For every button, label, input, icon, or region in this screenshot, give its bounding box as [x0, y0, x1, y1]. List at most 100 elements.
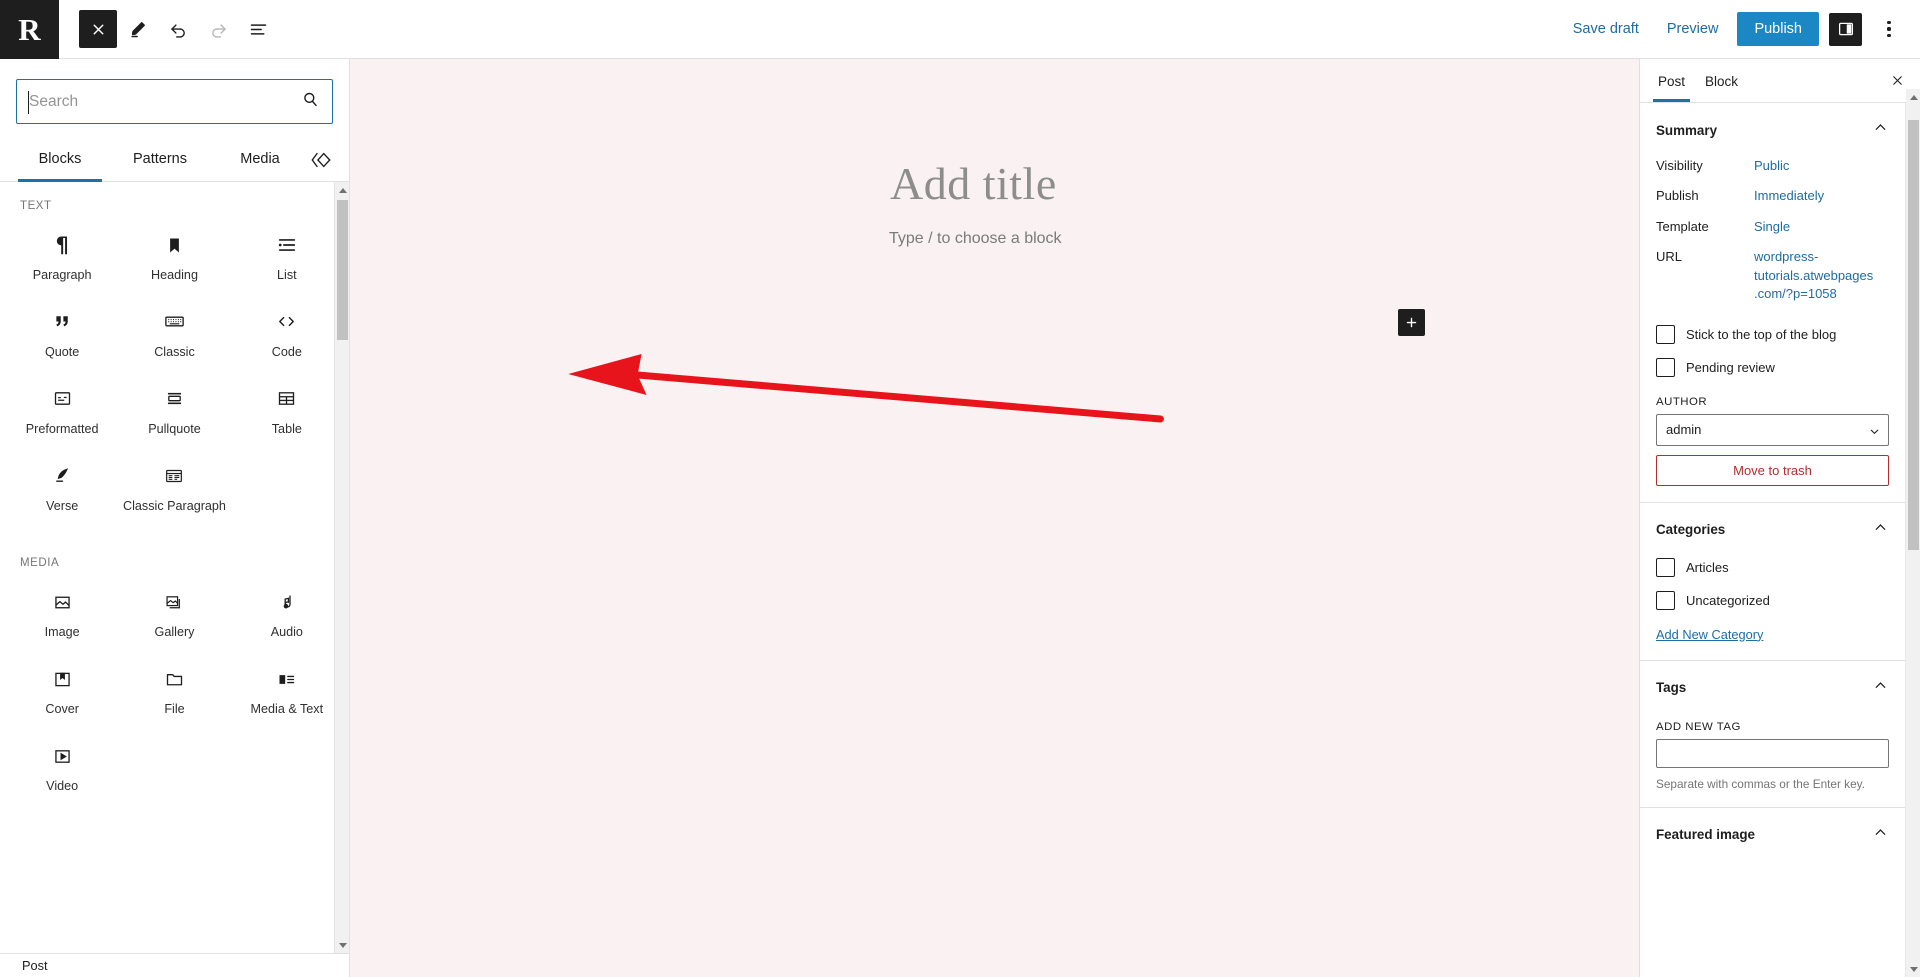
chevron-up-icon[interactable] — [1872, 824, 1889, 846]
block-preformatted[interactable]: Preformatted — [6, 370, 118, 447]
block-cover[interactable]: Cover — [6, 650, 118, 727]
block-file[interactable]: File — [118, 650, 230, 727]
panel-tags-header[interactable]: Tags — [1656, 673, 1889, 709]
block-classic[interactable]: Classic — [118, 293, 230, 370]
block-video[interactable]: Video — [6, 727, 118, 804]
panel-categories-header[interactable]: Categories — [1656, 515, 1889, 551]
checkbox-box[interactable] — [1656, 557, 1675, 577]
block-label: Media & Text — [250, 702, 324, 717]
block-audio[interactable]: Audio — [231, 573, 343, 650]
publish-value[interactable]: Immediately — [1754, 187, 1824, 205]
row-template: Template Single — [1656, 212, 1889, 242]
block-inserter-panel: Blocks Patterns Media TEXT ¶ Paragraph — [0, 59, 350, 977]
image-icon — [52, 587, 73, 617]
panel-summary-header[interactable]: Summary — [1656, 115, 1889, 151]
tab-block[interactable]: Block — [1695, 61, 1748, 101]
site-logo[interactable]: R — [0, 0, 59, 59]
checkbox-box[interactable] — [1656, 324, 1675, 344]
block-paragraph[interactable]: ¶ Paragraph — [6, 216, 118, 293]
block-code[interactable]: Code — [231, 293, 343, 370]
block-media-and-text[interactable]: Media & Text — [231, 650, 343, 727]
block-gallery[interactable]: Gallery — [118, 573, 230, 650]
checkbox-box[interactable] — [1656, 357, 1675, 377]
tab-post[interactable]: Post — [1648, 61, 1695, 102]
block-table[interactable]: Table — [231, 370, 343, 447]
add-new-tag-input[interactable] — [1656, 738, 1889, 768]
checkbox-pending-review[interactable]: Pending review — [1656, 351, 1889, 384]
visibility-value[interactable]: Public — [1754, 157, 1789, 175]
checkbox-sticky[interactable]: Stick to the top of the blog — [1656, 318, 1889, 351]
search-input[interactable] — [29, 92, 301, 111]
block-classic-paragraph[interactable]: Classic Paragraph — [118, 447, 230, 524]
cover-icon — [52, 664, 73, 694]
author-select-wrap: admin — [1656, 413, 1889, 446]
inserter-scrollbar[interactable] — [334, 182, 349, 953]
chevron-up-icon[interactable] — [1872, 677, 1889, 699]
search-area — [0, 59, 349, 138]
chevron-up-icon[interactable] — [1872, 519, 1889, 541]
panel-featured-image-header[interactable]: Featured image — [1656, 820, 1889, 856]
section-title-media: MEDIA — [20, 557, 60, 570]
scroll-down-icon[interactable] — [1906, 961, 1920, 977]
tab-blocks[interactable]: Blocks — [10, 138, 110, 182]
wordpress-block-editor: R Save draft Preview Publish Search Bloc… — [0, 0, 1920, 977]
sidebar-scrollbar[interactable] — [1905, 89, 1920, 977]
post-title-placeholder[interactable]: Add title — [890, 157, 1057, 210]
move-to-trash-button[interactable]: Move to trash — [1656, 454, 1889, 486]
block-label: Heading — [151, 268, 198, 282]
breadcrumb-post[interactable]: Post — [22, 958, 48, 973]
list-icon — [276, 230, 298, 260]
preview-button[interactable]: Preview — [1658, 14, 1728, 44]
close-icon[interactable] — [79, 10, 117, 48]
sidebar-content: Summary Visibility Public Publish Immedi… — [1640, 103, 1920, 977]
file-folder-icon — [164, 664, 185, 694]
publish-button[interactable]: Publish — [1737, 12, 1819, 46]
add-new-category-link[interactable]: Add New Category — [1656, 627, 1763, 642]
scrollbar-thumb[interactable] — [1908, 120, 1919, 550]
row-url: URL wordpress-tutorials.atwebpages.com/?… — [1656, 242, 1889, 309]
block-verse[interactable]: Verse — [6, 447, 118, 524]
quote-icon — [52, 307, 73, 337]
scroll-up-icon[interactable] — [1906, 89, 1920, 105]
checkbox-box[interactable] — [1656, 590, 1675, 610]
document-overview-icon[interactable] — [239, 10, 277, 48]
category-uncategorized[interactable]: Uncategorized — [1656, 584, 1889, 617]
checkbox-label: Stick to the top of the blog — [1686, 326, 1837, 342]
block-label: Video — [46, 779, 79, 794]
plus-icon[interactable] — [1398, 309, 1425, 336]
undo-icon[interactable] — [159, 10, 197, 48]
chevron-up-icon[interactable] — [1872, 119, 1889, 141]
scrollbar-thumb[interactable] — [337, 200, 348, 340]
search-box[interactable] — [16, 79, 333, 124]
kebab-menu-icon[interactable] — [1872, 10, 1906, 48]
block-image[interactable]: Image — [6, 573, 118, 650]
scroll-up-icon[interactable] — [335, 182, 349, 198]
search-icon[interactable] — [301, 90, 320, 114]
sidebar-toggle-icon[interactable] — [1829, 12, 1862, 46]
block-label: Audio — [270, 625, 303, 640]
block-pullquote[interactable]: Pullquote — [118, 370, 230, 447]
author-select[interactable]: admin — [1656, 413, 1889, 446]
checkbox-label: Pending review — [1686, 359, 1775, 375]
template-value[interactable]: Single — [1754, 218, 1790, 236]
verse-quill-icon — [52, 461, 73, 491]
add-new-tag-label: ADD NEW TAG — [1656, 720, 1741, 733]
pencil-edit-icon[interactable] — [119, 10, 157, 48]
redo-icon[interactable] — [199, 10, 237, 48]
reusable-blocks-icon[interactable] — [310, 149, 344, 171]
checkbox-label: Uncategorized — [1686, 592, 1770, 608]
editor-canvas[interactable]: Add title Type / to choose a block — [350, 59, 1639, 977]
tab-media[interactable]: Media — [210, 138, 310, 181]
scroll-down-icon[interactable] — [335, 937, 349, 953]
empty-paragraph-placeholder[interactable]: Type / to choose a block — [889, 230, 1062, 248]
sidebar-tabs: Post Block — [1640, 59, 1920, 103]
block-list[interactable]: List — [231, 216, 343, 293]
block-heading[interactable]: Heading — [118, 216, 230, 293]
panel-title: Featured image — [1656, 827, 1755, 843]
block-label: Image — [44, 625, 80, 640]
save-draft-button[interactable]: Save draft — [1564, 14, 1648, 44]
tab-patterns[interactable]: Patterns — [110, 138, 210, 181]
category-articles[interactable]: Articles — [1656, 551, 1889, 584]
url-value[interactable]: wordpress-tutorials.atwebpages.com/?p=10… — [1754, 248, 1876, 303]
block-quote[interactable]: Quote — [6, 293, 118, 370]
